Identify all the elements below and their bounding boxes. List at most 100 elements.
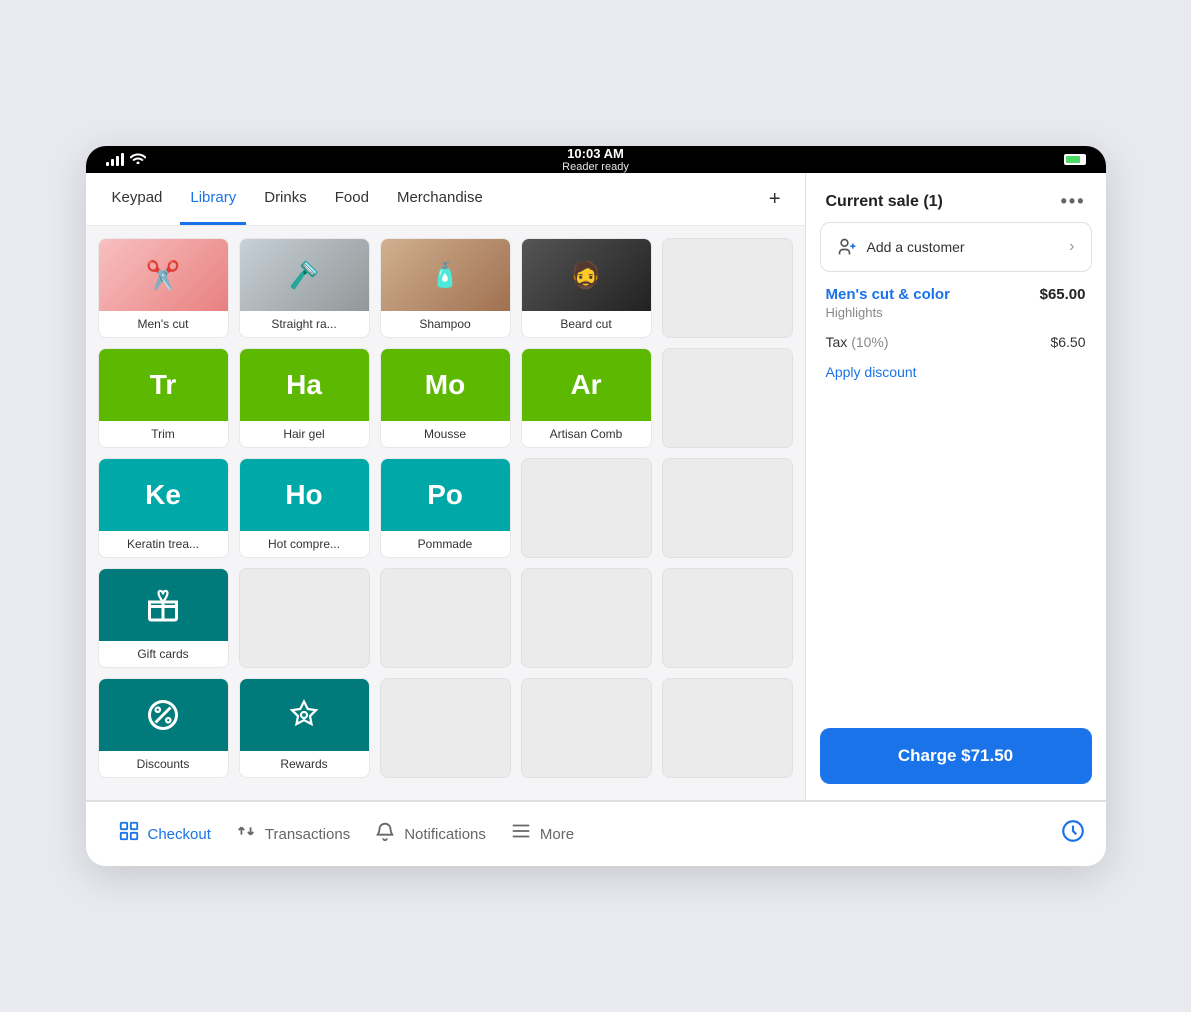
keratin-label: Keratin trea... xyxy=(99,531,228,557)
notification-bell-icon xyxy=(374,820,396,842)
bell-icon xyxy=(374,820,396,848)
pommade-label: Pommade xyxy=(381,531,510,557)
grid-empty-2 xyxy=(662,348,793,448)
right-panel: Current sale (1) ••• Add a customer › Me… xyxy=(806,173,1106,800)
gift-icon xyxy=(145,587,181,623)
item-straight-razor[interactable]: 🪒 Straight ra... xyxy=(239,238,370,338)
grid-empty-1 xyxy=(662,238,793,338)
notifications-label: Notifications xyxy=(404,826,486,843)
razor-label: Straight ra... xyxy=(240,311,369,337)
mens-cut-label: Men's cut xyxy=(99,311,228,337)
hot-compress-tile: Ho xyxy=(240,459,369,531)
add-tab-button[interactable]: + xyxy=(761,180,789,219)
item-shampoo[interactable]: 🧴 Shampoo xyxy=(380,238,511,338)
wifi-icon xyxy=(130,152,146,167)
add-customer-button[interactable]: Add a customer › xyxy=(820,222,1092,272)
grid-icon xyxy=(118,820,140,842)
artisan-tile: Ar xyxy=(522,349,651,421)
grid-row-1: ✂️ Men's cut 🪒 Straight ra... 🧴 Shampoo xyxy=(98,238,793,338)
left-panel: Keypad Library Drinks Food Merchandise +… xyxy=(86,173,806,800)
tax-rate: (10%) xyxy=(851,334,888,350)
sale-items: Men's cut & color $65.00 Highlights Tax … xyxy=(806,286,1106,716)
more-label: More xyxy=(540,826,574,843)
grid-row-3: Ke Keratin trea... Ho Hot compre... Po P… xyxy=(98,458,793,558)
nav-notifications[interactable]: Notifications xyxy=(362,814,498,854)
status-bar-left xyxy=(106,152,146,167)
item-hair-gel[interactable]: Ha Hair gel xyxy=(239,348,370,448)
nav-more[interactable]: More xyxy=(498,814,586,854)
sale-item-name: Men's cut & color xyxy=(826,286,950,303)
tax-amount: $6.50 xyxy=(1050,334,1085,350)
add-customer-icon xyxy=(837,237,857,257)
shampoo-label: Shampoo xyxy=(381,311,510,337)
item-trim[interactable]: Tr Trim xyxy=(98,348,229,448)
item-artisan-comb[interactable]: Ar Artisan Comb xyxy=(521,348,652,448)
apply-discount-link[interactable]: Apply discount xyxy=(826,364,1086,380)
transactions-icon xyxy=(235,820,257,848)
charge-button[interactable]: Charge $71.50 xyxy=(820,728,1092,784)
tab-merchandise[interactable]: Merchandise xyxy=(387,173,493,225)
hamburger-icon xyxy=(510,820,532,842)
item-mousse[interactable]: Mo Mousse xyxy=(380,348,511,448)
mousse-label: Mousse xyxy=(381,421,510,447)
item-keratin[interactable]: Ke Keratin trea... xyxy=(98,458,229,558)
current-sale-title: Current sale (1) xyxy=(826,193,943,211)
nav-transactions[interactable]: Transactions xyxy=(223,814,362,854)
tab-drinks[interactable]: Drinks xyxy=(254,173,317,225)
arrows-icon xyxy=(235,820,257,842)
sale-header: Current sale (1) ••• xyxy=(806,173,1106,222)
add-customer-left: Add a customer xyxy=(837,237,965,257)
artisan-label: Artisan Comb xyxy=(522,421,651,447)
item-beard-cut[interactable]: 🧔 Beard cut xyxy=(521,238,652,338)
nav-checkout[interactable]: Checkout xyxy=(106,814,223,854)
discounts-tile xyxy=(99,679,228,751)
status-bar: 10:03 AM Reader ready xyxy=(86,146,1106,173)
gift-cards-label: Gift cards xyxy=(99,641,228,667)
battery-icon xyxy=(1064,154,1086,165)
mens-cut-image: ✂️ xyxy=(99,239,228,311)
tab-keypad[interactable]: Keypad xyxy=(102,173,173,225)
grid-empty-6 xyxy=(380,568,511,668)
tab-library[interactable]: Library xyxy=(180,173,246,225)
tax-label-text: Tax (10%) xyxy=(826,334,889,350)
trim-label: Trim xyxy=(99,421,228,447)
mousse-tile: Mo xyxy=(381,349,510,421)
checkout-icon xyxy=(118,820,140,848)
more-options-button[interactable]: ••• xyxy=(1061,191,1086,212)
item-pommade[interactable]: Po Pommade xyxy=(380,458,511,558)
grid-empty-10 xyxy=(521,678,652,778)
hairgel-tile: Ha xyxy=(240,349,369,421)
bottom-nav: Checkout Transactions Notifications xyxy=(86,801,1106,866)
beard-image: 🧔 xyxy=(522,239,651,311)
keratin-tile: Ke xyxy=(99,459,228,531)
reader-status: Reader ready xyxy=(562,161,629,173)
grid-empty-9 xyxy=(380,678,511,778)
main-content: Keypad Library Drinks Food Merchandise +… xyxy=(86,173,1106,801)
item-mens-cut[interactable]: ✂️ Men's cut xyxy=(98,238,229,338)
add-customer-label: Add a customer xyxy=(867,239,965,255)
checkout-label: Checkout xyxy=(148,826,211,843)
item-discounts[interactable]: Discounts xyxy=(98,678,229,778)
item-rewards[interactable]: Rewards xyxy=(239,678,370,778)
clock-button[interactable] xyxy=(1060,818,1086,850)
items-grid: ✂️ Men's cut 🪒 Straight ra... 🧴 Shampoo xyxy=(86,226,805,800)
device-frame: 10:03 AM Reader ready Keypad Library Dri… xyxy=(86,146,1106,866)
status-time: 10:03 AM xyxy=(567,146,624,161)
shampoo-image: 🧴 xyxy=(381,239,510,311)
sale-item-subtitle: Highlights xyxy=(826,305,1086,320)
beard-label: Beard cut xyxy=(522,311,651,337)
grid-empty-8 xyxy=(662,568,793,668)
razor-image: 🪒 xyxy=(240,239,369,311)
gift-cards-tile xyxy=(99,569,228,641)
hairgel-label: Hair gel xyxy=(240,421,369,447)
item-hot-compress[interactable]: Ho Hot compre... xyxy=(239,458,370,558)
trim-tile: Tr xyxy=(99,349,228,421)
status-bar-right xyxy=(1064,154,1086,165)
rewards-tile xyxy=(240,679,369,751)
clock-icon xyxy=(1060,818,1086,844)
status-bar-center: 10:03 AM Reader ready xyxy=(562,146,629,173)
battery-fill xyxy=(1066,156,1080,163)
item-gift-cards[interactable]: Gift cards xyxy=(98,568,229,668)
tab-food[interactable]: Food xyxy=(325,173,379,225)
signal-bars xyxy=(106,153,124,166)
